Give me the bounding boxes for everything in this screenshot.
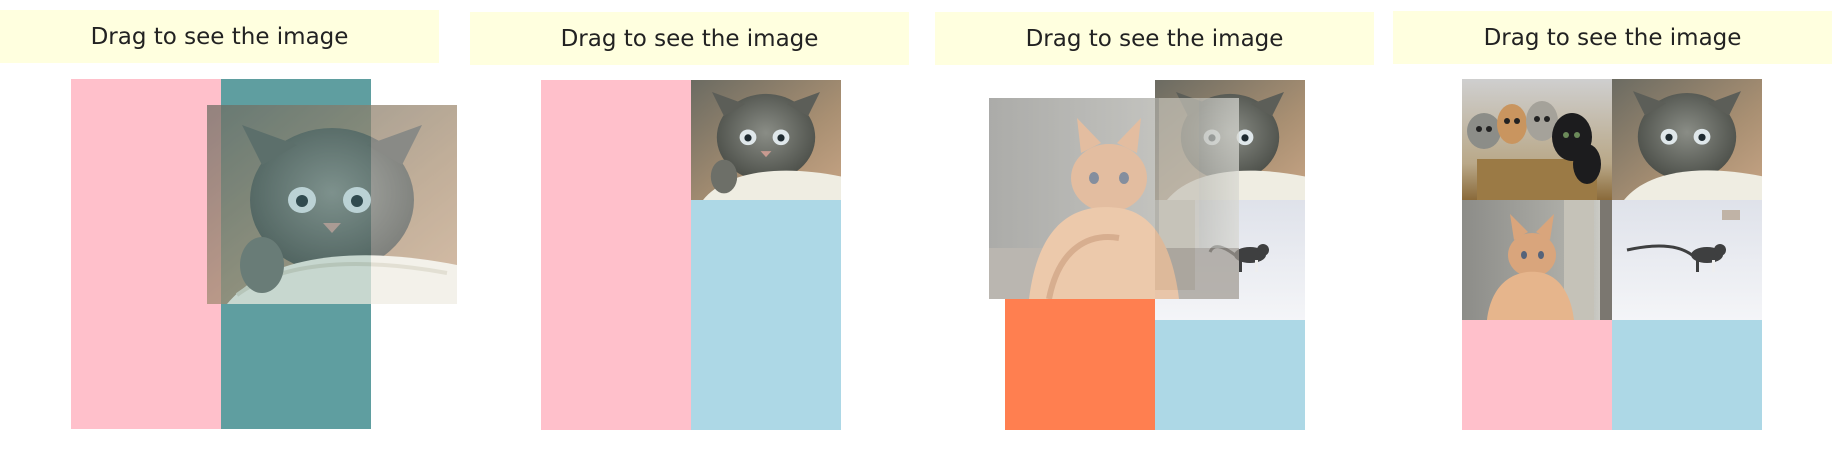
pink-block [1462, 320, 1612, 430]
orange-cat-draggable-image[interactable] [989, 98, 1239, 299]
snow-cat-tile[interactable] [1612, 200, 1762, 320]
orange-cat-tile[interactable] [1462, 200, 1612, 320]
light-blue-block [691, 200, 841, 430]
grey-kitten-photo [207, 105, 457, 304]
kittens-in-basket-photo [1462, 79, 1612, 200]
panel-3-header-text: Drag to see the image [1025, 25, 1284, 52]
snow-cat-photo [1612, 200, 1762, 320]
panel-3-header: Drag to see the image [935, 12, 1374, 65]
light-blue-block [1155, 320, 1305, 430]
grey-kitten-photo [1612, 79, 1762, 200]
grey-kitten-photo [691, 80, 841, 200]
grey-kitten-tile[interactable] [691, 80, 841, 200]
panel-1-header: Drag to see the image [0, 10, 439, 63]
orange-cat-photo [1462, 200, 1612, 320]
kittens-group-tile[interactable] [1462, 79, 1612, 200]
panel-4-header-text: Drag to see the image [1483, 24, 1742, 51]
pink-block [541, 80, 691, 430]
grey-kitten-tile[interactable] [1612, 79, 1762, 200]
coral-block [1005, 299, 1155, 430]
light-blue-block [1612, 320, 1762, 430]
orange-cat-photo [989, 98, 1239, 299]
grey-kitten-draggable-image[interactable] [207, 105, 457, 304]
pink-block [71, 79, 221, 429]
panel-1-header-text: Drag to see the image [90, 23, 349, 50]
panel-2-header-text: Drag to see the image [560, 25, 819, 52]
panel-4-header: Drag to see the image [1393, 11, 1832, 64]
panel-2-header: Drag to see the image [470, 12, 909, 65]
